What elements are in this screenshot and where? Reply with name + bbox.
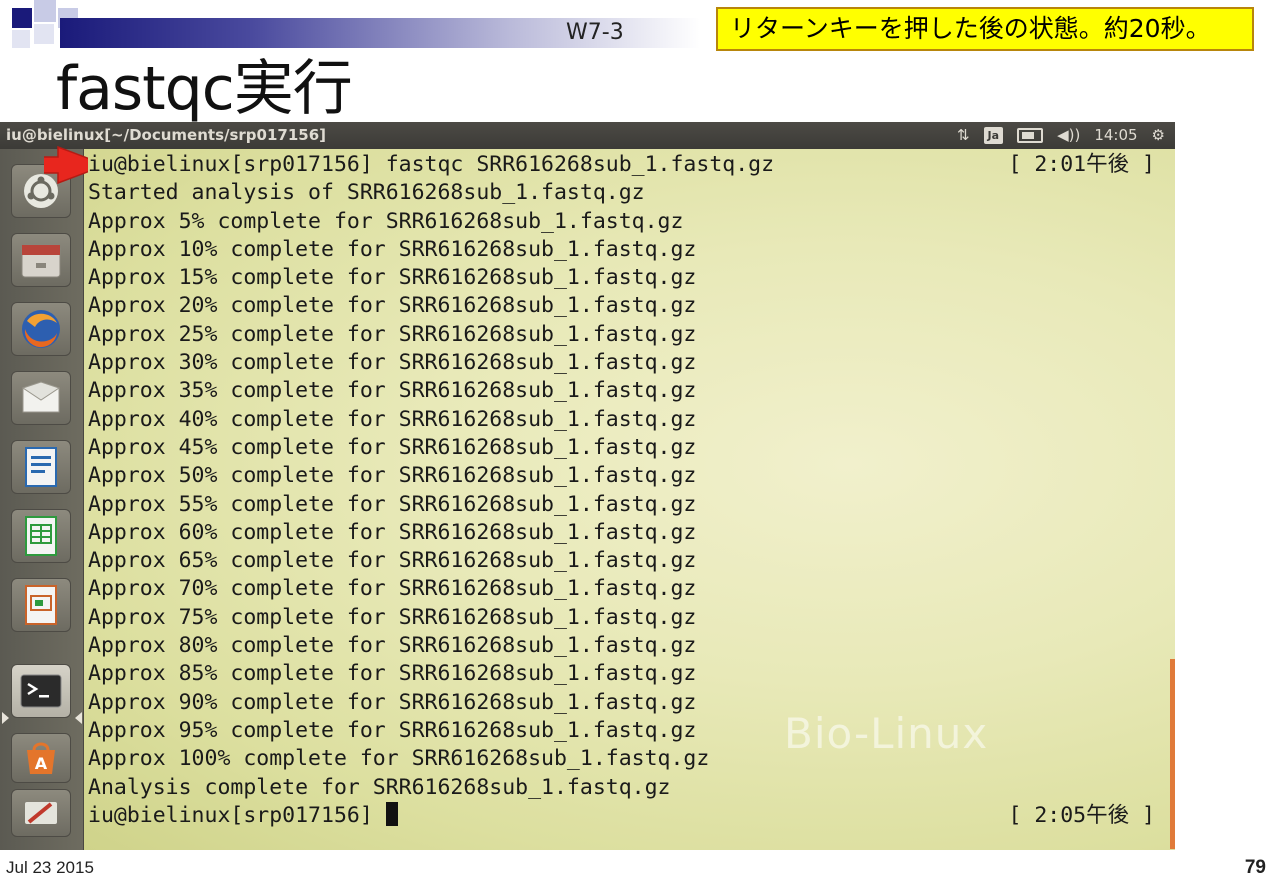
- terminal-line-text: Approx 85% complete for SRR616268sub_1.f…: [88, 661, 697, 687]
- terminal-line: Approx 60% complete for SRR616268sub_1.f…: [88, 519, 1155, 547]
- terminal-line-text: Analysis complete for SRR616268sub_1.fas…: [88, 774, 671, 800]
- impress-icon[interactable]: [11, 578, 71, 632]
- terminal-line: Approx 50% complete for SRR616268sub_1.f…: [88, 462, 1155, 490]
- system-tray: ⇅ Ja ◀)) 14:05 ⚙: [957, 122, 1165, 149]
- terminal-line-text: Started analysis of SRR616268sub_1.fastq…: [88, 180, 645, 206]
- terminal-line: Approx 35% complete for SRR616268sub_1.f…: [88, 377, 1155, 405]
- writer-icon[interactable]: [11, 440, 71, 494]
- terminal-line-text: Approx 20% complete for SRR616268sub_1.f…: [88, 293, 697, 319]
- terminal-running-indicator: [2, 712, 9, 724]
- terminal-line: iu@bielinux[srp017156] fastqc SRR616268s…: [88, 151, 1155, 179]
- terminal-icon[interactable]: [11, 664, 71, 718]
- terminal-line-text: Approx 25% complete for SRR616268sub_1.f…: [88, 321, 697, 347]
- footer-date: Jul 23 2015: [6, 858, 94, 877]
- terminal-line: Approx 95% complete for SRR616268sub_1.f…: [88, 717, 1155, 745]
- page-number: 79: [1244, 857, 1266, 878]
- terminal-line: Approx 5% complete for SRR616268sub_1.fa…: [88, 208, 1155, 236]
- terminal-line: Approx 70% complete for SRR616268sub_1.f…: [88, 575, 1155, 603]
- terminal-line: Approx 25% complete for SRR616268sub_1.f…: [88, 321, 1155, 349]
- terminal-line-text: Approx 10% complete for SRR616268sub_1.f…: [88, 236, 697, 262]
- terminal-line-text: Approx 15% complete for SRR616268sub_1.f…: [88, 265, 697, 291]
- terminal-line-text: Approx 80% complete for SRR616268sub_1.f…: [88, 633, 697, 659]
- terminal-line-text: Approx 5% complete for SRR616268sub_1.fa…: [88, 208, 684, 234]
- terminal-line: Approx 10% complete for SRR616268sub_1.f…: [88, 236, 1155, 264]
- terminal-line-text: Approx 90% complete for SRR616268sub_1.f…: [88, 689, 697, 715]
- terminal-line: Approx 15% complete for SRR616268sub_1.f…: [88, 264, 1155, 292]
- terminal-line-text: iu@bielinux[srp017156] fastqc SRR616268s…: [88, 152, 775, 177]
- terminal-line: Analysis complete for SRR616268sub_1.fas…: [88, 774, 1155, 802]
- terminal-line-timestamp: [ 2:05午後 ]: [1008, 802, 1155, 828]
- terminal-line-text: Approx 60% complete for SRR616268sub_1.f…: [88, 519, 697, 545]
- terminal-line: Approx 100% complete for SRR616268sub_1.…: [88, 745, 1155, 773]
- gear-icon[interactable]: ⚙: [1152, 122, 1165, 149]
- terminal-line: Approx 40% complete for SRR616268sub_1.f…: [88, 406, 1155, 434]
- clock[interactable]: 14:05: [1094, 122, 1137, 149]
- note-callout: リターンキーを押した後の状態。約20秒。: [716, 7, 1254, 51]
- terminal-line: iu@bielinux[srp017156] [ 2:05午後 ]: [88, 801, 1155, 830]
- volume-icon[interactable]: ◀)): [1057, 122, 1080, 149]
- keyboard-layout-icon[interactable]: Ja: [983, 127, 1004, 144]
- terminal-line-timestamp: [ 2:01午後 ]: [1008, 152, 1155, 177]
- terminal-line-text: Approx 45% complete for SRR616268sub_1.f…: [88, 434, 697, 460]
- terminal-line-text: Approx 50% complete for SRR616268sub_1.f…: [88, 463, 697, 489]
- terminal-line: Approx 75% complete for SRR616268sub_1.f…: [88, 604, 1155, 632]
- terminal-line-text: Approx 55% complete for SRR616268sub_1.f…: [88, 491, 697, 517]
- terminal-line-text: Approx 35% complete for SRR616268sub_1.f…: [88, 378, 697, 404]
- battery-icon[interactable]: [1017, 128, 1044, 143]
- terminal-window[interactable]: Bio-Linux iu@bielinux[srp017156] fastqc …: [84, 149, 1175, 850]
- mail-icon[interactable]: [11, 371, 71, 425]
- slide-id: W7-3: [566, 20, 624, 45]
- terminal-line-text: iu@bielinux[srp017156]: [88, 802, 386, 828]
- desktop-screenshot: iu@bielinux[~/Documents/srp017156] ⇅ Ja …: [0, 122, 1175, 850]
- top-panel: iu@bielinux[~/Documents/srp017156] ⇅ Ja …: [0, 122, 1175, 149]
- svg-text:A: A: [35, 754, 48, 773]
- terminal-line: Approx 45% complete for SRR616268sub_1.f…: [88, 434, 1155, 462]
- terminal-line-text: Approx 100% complete for SRR616268sub_1.…: [88, 746, 710, 772]
- terminal-output: iu@bielinux[srp017156] fastqc SRR616268s…: [88, 151, 1155, 830]
- software-center-icon[interactable]: A: [11, 733, 71, 783]
- sort-arrows-icon[interactable]: ⇅: [957, 122, 970, 149]
- red-arrow-icon: [44, 145, 88, 185]
- slide-title: fastqc実行: [56, 54, 353, 124]
- terminal-line: Approx 90% complete for SRR616268sub_1.f…: [88, 689, 1155, 717]
- terminal-line: Approx 30% complete for SRR616268sub_1.f…: [88, 349, 1155, 377]
- terminal-line: Approx 20% complete for SRR616268sub_1.f…: [88, 292, 1155, 320]
- terminal-line-text: Approx 70% complete for SRR616268sub_1.f…: [88, 576, 697, 602]
- firefox-icon[interactable]: [11, 302, 71, 356]
- terminal-line: Approx 85% complete for SRR616268sub_1.f…: [88, 660, 1155, 688]
- terminal-focus-indicator: [75, 712, 82, 724]
- file-manager-icon[interactable]: [11, 233, 71, 287]
- terminal-line: Approx 80% complete for SRR616268sub_1.f…: [88, 632, 1155, 660]
- terminal-line-text: Approx 40% complete for SRR616268sub_1.f…: [88, 406, 697, 432]
- terminal-line: Started analysis of SRR616268sub_1.fastq…: [88, 179, 1155, 207]
- settings-icon[interactable]: [11, 789, 71, 837]
- text-cursor: [385, 801, 398, 826]
- terminal-line-text: Approx 95% complete for SRR616268sub_1.f…: [88, 717, 697, 743]
- launcher: A: [0, 149, 84, 850]
- terminal-line-text: Approx 65% complete for SRR616268sub_1.f…: [88, 548, 697, 574]
- calc-icon[interactable]: [11, 509, 71, 563]
- terminal-line: Approx 65% complete for SRR616268sub_1.f…: [88, 547, 1155, 575]
- terminal-line: Approx 55% complete for SRR616268sub_1.f…: [88, 491, 1155, 519]
- terminal-scrollbar[interactable]: [1170, 659, 1175, 849]
- terminal-line-text: Approx 30% complete for SRR616268sub_1.f…: [88, 350, 697, 376]
- terminal-line-text: Approx 75% complete for SRR616268sub_1.f…: [88, 604, 697, 630]
